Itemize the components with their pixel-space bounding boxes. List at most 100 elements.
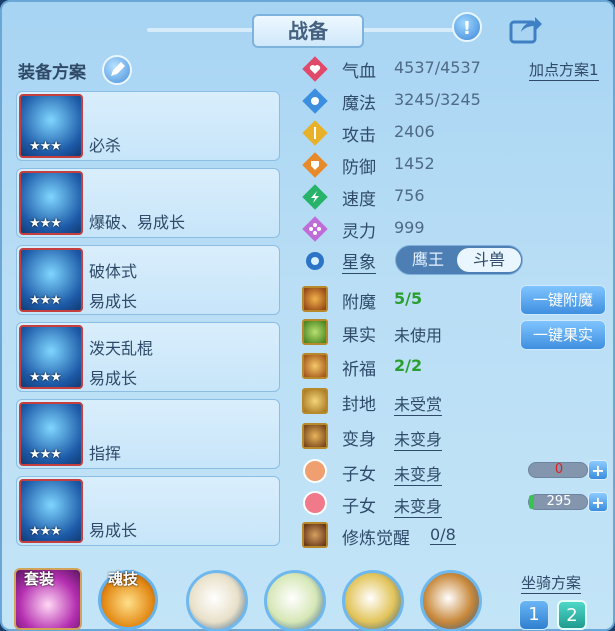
orb-slot-4[interactable] (420, 570, 482, 631)
child-2-plus-button[interactable]: + (588, 492, 608, 512)
stat-value: 4537/4537 (394, 58, 481, 77)
edit-plan-button[interactable] (102, 55, 132, 85)
add-point-plan-button[interactable]: 加点方案1 (529, 59, 599, 81)
stat-value: 756 (394, 186, 425, 205)
plan-text: 易成长 (89, 292, 138, 311)
plan-text: 易成长 (89, 369, 138, 388)
shield-icon (302, 152, 328, 178)
equipment-panel: 战备 ! 装备方案 ★★★ 必杀 ★★★ 爆破、易成长 ★★★ 破体式 易成长 … (0, 0, 615, 631)
stat-label: 防御 (342, 158, 376, 178)
row-label: 附魔 (342, 293, 376, 313)
plan-card-1[interactable]: ★★★ 必杀 (16, 91, 280, 161)
row-fief: 封地 未受赏 (302, 388, 512, 416)
row-label: 变身 (342, 430, 376, 450)
stat-value: 2406 (394, 122, 435, 141)
plan-card-5[interactable]: ★★★ 指挥 (16, 399, 280, 469)
mount-plan-2-button[interactable]: 2 (557, 600, 587, 630)
row-value: 2/2 (394, 356, 423, 375)
fief-icon (302, 388, 328, 414)
row-label: 果实 (342, 326, 376, 346)
star-rating: ★★★ (29, 447, 62, 462)
star-rating: ★★★ (29, 216, 62, 231)
stat-value: 1452 (394, 154, 435, 173)
stat-label: 魔法 (342, 94, 376, 114)
mana-icon (302, 88, 328, 114)
speed-icon (302, 184, 328, 210)
orb-slot-2[interactable] (264, 570, 326, 631)
plan-card-4[interactable]: ★★★ 泼天乱棍 易成长 (16, 322, 280, 392)
orb-slot-1[interactable] (186, 570, 248, 631)
sword-icon (302, 120, 328, 146)
row-label: 子女 (342, 497, 376, 517)
help-button[interactable]: ! (452, 12, 482, 42)
star-rating: ★★★ (29, 524, 62, 539)
row-value[interactable]: 未变身 (394, 426, 443, 451)
star-sign-option-eagle[interactable]: 鹰王 (399, 248, 457, 272)
mount-plan-1-button[interactable]: 1 (519, 600, 549, 630)
stat-defense: 防御 1452 (302, 152, 502, 178)
row-child-1: 子女 未变身 (302, 458, 512, 486)
star-rating: ★★★ (29, 293, 62, 308)
stat-label: 灵力 (342, 222, 376, 242)
plan-text: 泼天乱棍 (89, 339, 154, 358)
weapon-icon: ★★★ (19, 94, 83, 158)
star-rating: ★★★ (29, 139, 62, 154)
heart-icon (302, 56, 328, 82)
child-icon (303, 459, 327, 483)
suit-label: 套装 (24, 570, 55, 588)
child-2-bar: 295 (528, 494, 588, 510)
star-sign-icon (306, 252, 324, 270)
row-value[interactable]: 未变身 (394, 493, 443, 518)
plan-card-3[interactable]: ★★★ 破体式 易成长 (16, 245, 280, 315)
stat-spirit: 灵力 999 (302, 216, 502, 242)
star-sign-option-beast[interactable]: 斗兽 (457, 248, 521, 272)
child-1-bar-value: 0 (554, 462, 564, 477)
child-2-bar-value: 295 (546, 494, 572, 509)
stat-label: 气血 (342, 62, 376, 82)
share-button[interactable] (509, 14, 543, 44)
helmet-icon: ★★★ (19, 171, 83, 235)
stat-speed: 速度 756 (302, 184, 502, 210)
child-1-bar: 0 (528, 462, 588, 478)
spirit-icon (302, 216, 328, 242)
one-click-fruit-button[interactable]: 一键果实 (520, 320, 606, 350)
stat-attack: 攻击 2406 (302, 120, 502, 146)
row-label: 修炼觉醒 (342, 529, 410, 549)
plan-card-6[interactable]: ★★★ 易成长 (16, 476, 280, 546)
stat-label: 速度 (342, 190, 376, 210)
title-decoration-left (147, 28, 257, 32)
orb-slot-3[interactable] (342, 570, 404, 631)
star-sign-toggle[interactable]: 鹰王 斗兽 (395, 245, 523, 275)
one-click-enchant-button[interactable]: 一键附魔 (520, 285, 606, 315)
row-value[interactable]: 未变身 (394, 461, 443, 486)
child-icon (303, 491, 327, 515)
cultivation-icon (302, 522, 328, 548)
row-label: 子女 (342, 465, 376, 485)
stat-value: 999 (394, 218, 425, 237)
row-enchant: 附魔 5/5 (302, 286, 512, 314)
plan-text: 易成长 (89, 521, 138, 540)
blessing-icon (302, 353, 328, 379)
fruit-icon (302, 319, 328, 345)
necklace-icon: ★★★ (19, 325, 83, 389)
star-sign-label[interactable]: 星象 (342, 248, 376, 274)
row-blessing: 祈福 2/2 (302, 353, 512, 381)
row-value[interactable]: 未受赏 (394, 391, 443, 416)
row-cultivation: 修炼觉醒 0/8 (302, 522, 512, 550)
child-1-plus-button[interactable]: + (588, 460, 608, 480)
armor-icon: ★★★ (19, 248, 83, 312)
row-value[interactable]: 0/8 (430, 525, 456, 545)
plan-text: 指挥 (89, 444, 122, 463)
boots-icon: ★★★ (19, 479, 83, 543)
row-label: 封地 (342, 395, 376, 415)
soul-skill-label: 魂技 (108, 570, 139, 588)
row-transform: 变身 未变身 (302, 423, 512, 451)
stat-value: 3245/3245 (394, 90, 481, 109)
transform-icon (302, 423, 328, 449)
star-rating: ★★★ (29, 370, 62, 385)
belt-icon: ★★★ (19, 402, 83, 466)
plan-text: 破体式 (89, 262, 138, 281)
page-title: 战备 (252, 14, 364, 48)
plan-card-2[interactable]: ★★★ 爆破、易成长 (16, 168, 280, 238)
plan-text: 爆破、易成长 (89, 213, 186, 232)
